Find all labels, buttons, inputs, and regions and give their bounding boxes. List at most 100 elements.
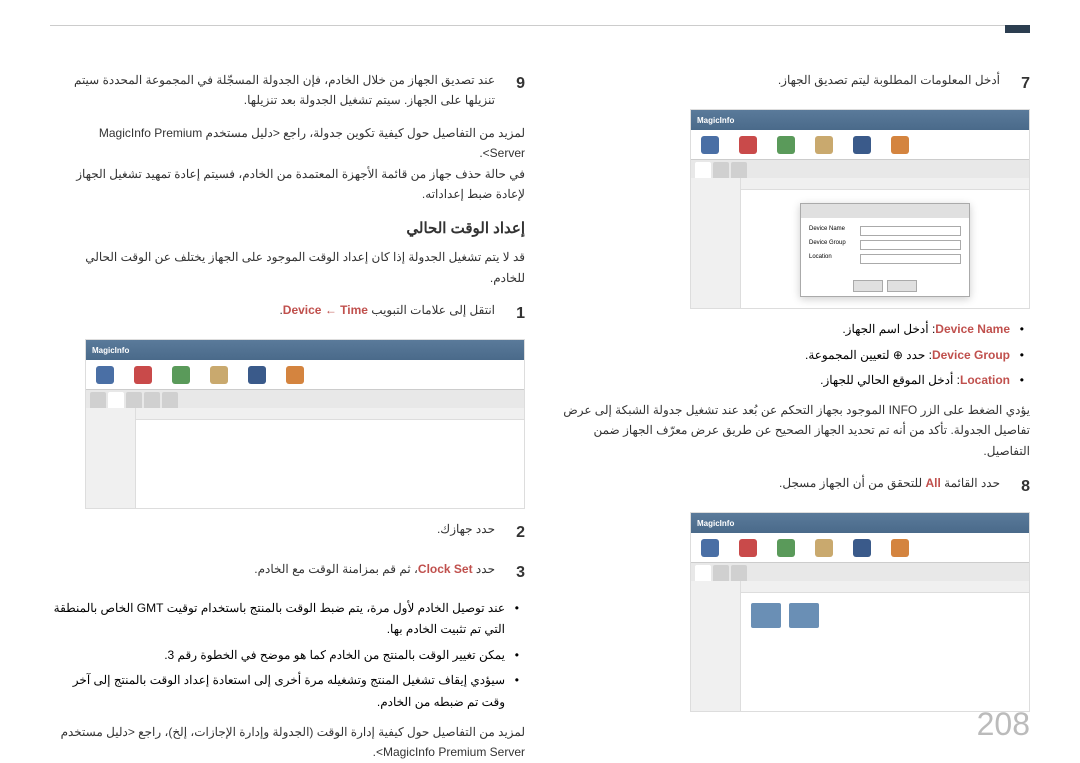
- nav-label: Device: [283, 303, 322, 317]
- step-number: 8: [1012, 473, 1030, 500]
- toolbar-icon: [891, 539, 909, 557]
- screenshot-body: [86, 408, 524, 508]
- app-logo: MagicInfo: [697, 519, 734, 528]
- text: انتقل إلى علامات التبويب: [371, 303, 495, 317]
- step-text: انتقل إلى علامات التبويب Device ← Time.: [50, 300, 495, 327]
- highlight: All: [926, 476, 941, 490]
- step-text: عند تصديق الجهاز من خلال الخادم، فإن الج…: [50, 70, 495, 111]
- top-border: [50, 25, 1030, 26]
- screenshot-main: [741, 581, 1029, 711]
- screenshot-titlebar: MagicInfo: [691, 110, 1029, 130]
- toolbar-icon: [891, 136, 909, 154]
- list-item: Location: أدخل الموقع الحالي للجهاز.: [555, 370, 1010, 392]
- tab: [713, 565, 729, 581]
- tab: [162, 392, 178, 408]
- text: حدد القائمة: [941, 476, 1000, 490]
- step-number: 7: [1012, 70, 1030, 97]
- step-text: حدد Clock Set، ثم قم بمزامنة الوقت مع ال…: [50, 559, 495, 586]
- toolbar-icon: [853, 136, 871, 154]
- step-number: 3: [507, 559, 525, 586]
- highlight: Clock Set: [418, 562, 473, 576]
- app-logo: MagicInfo: [697, 116, 734, 125]
- screenshot-tabs: [691, 160, 1029, 178]
- toolbar-icon: [815, 136, 833, 154]
- screenshot-device-list: MagicInfo: [690, 512, 1030, 712]
- device-icons: [741, 593, 1029, 638]
- dialog-buttons: [801, 276, 969, 296]
- step-text: أدخل المعلومات المطلوبة ليتم تصديق الجها…: [555, 70, 1000, 97]
- list-item: عند توصيل الخادم لأول مرة، يتم ضبط الوقت…: [50, 598, 505, 641]
- list-item: يمكن تغيير الوقت بالمنتج من الخادم كما ه…: [50, 645, 505, 667]
- dialog-label: Device Name: [809, 226, 854, 236]
- note: في حالة حذف جهاز من قائمة الأجهزة المعتم…: [50, 164, 525, 205]
- toolbar-icon: [172, 366, 190, 384]
- arrow: ←: [321, 303, 340, 317]
- dialog-row: Device Name: [809, 226, 961, 236]
- step-text: حدد القائمة All للتحقق من أن الجهاز مسجل…: [555, 473, 1000, 500]
- ok-button: [853, 280, 883, 292]
- table-header: [741, 581, 1029, 593]
- toolbar-icon: [96, 366, 114, 384]
- screenshot-body: Device Name Device Group Location: [691, 178, 1029, 308]
- field-list: Device Name: أدخل اسم الجهاز. Device Gro…: [555, 319, 1030, 392]
- info-note: يؤدي الضغط على الزر INFO الموجود بجهاز ا…: [555, 400, 1030, 461]
- step-7: 7 أدخل المعلومات المطلوبة ليتم تصديق الج…: [555, 70, 1030, 97]
- screenshot-body: [691, 581, 1029, 711]
- screenshot-tabs: [691, 563, 1029, 581]
- page-content: 7 أدخل المعلومات المطلوبة ليتم تصديق الج…: [50, 70, 1030, 762]
- toolbar-icon: [701, 136, 719, 154]
- field-desc: : أدخل اسم الجهاز.: [842, 322, 935, 336]
- dialog-input: [860, 240, 961, 250]
- step-number: 1: [507, 300, 525, 327]
- more-details: لمزيد من التفاصيل حول كيفية إدارة الوقت …: [50, 722, 525, 763]
- dialog-label: Location: [809, 254, 854, 264]
- toolbar-icon: [739, 539, 757, 557]
- device-thumbnail: [789, 603, 819, 628]
- toolbar-icon: [210, 366, 228, 384]
- dialog-content: Device Name Device Group Location: [801, 218, 969, 276]
- nav-label: Time: [340, 303, 368, 317]
- approval-dialog: Device Name Device Group Location: [800, 203, 970, 297]
- tab: [695, 162, 711, 178]
- dialog-row: Location: [809, 254, 961, 264]
- step-1: 1 انتقل إلى علامات التبويب Device ← Time…: [50, 300, 525, 327]
- field-label: Location: [960, 373, 1010, 387]
- screenshot-toolbar: [691, 533, 1029, 563]
- heading-current-time: إعداد الوقت الحالي: [50, 219, 525, 237]
- tab: [90, 392, 106, 408]
- tab: [108, 392, 124, 408]
- list-item: سيؤدي إيقاف تشغيل المنتج وتشغيله مرة أخر…: [50, 670, 505, 713]
- step-8: 8 حدد القائمة All للتحقق من أن الجهاز مس…: [555, 473, 1030, 500]
- step-number: 9: [507, 70, 525, 111]
- page-number: 208: [977, 706, 1030, 743]
- tab: [144, 392, 160, 408]
- right-column: 7 أدخل المعلومات المطلوبة ليتم تصديق الج…: [555, 70, 1030, 762]
- field-label: Device Group: [932, 348, 1010, 362]
- screenshot-sidebar: [691, 581, 741, 711]
- time-bullets: عند توصيل الخادم لأول مرة، يتم ضبط الوقت…: [50, 598, 525, 714]
- toolbar-icon: [815, 539, 833, 557]
- tab: [695, 565, 711, 581]
- list-item: Device Group: حدد ⊕ لتعيين المجموعة.: [555, 345, 1010, 367]
- note: لمزيد من التفاصيل حول كيفية تكوين جدولة،…: [50, 123, 525, 164]
- dialog-header: [801, 204, 969, 218]
- screenshot-sidebar: [86, 408, 136, 508]
- toolbar-icon: [248, 366, 266, 384]
- dialog-row: Device Group: [809, 240, 961, 250]
- field-label: Device Name: [935, 322, 1010, 336]
- toolbar-icon: [134, 366, 152, 384]
- table-header: [136, 408, 524, 420]
- time-note: قد لا يتم تشغيل الجدولة إذا كان إعداد ال…: [50, 247, 525, 288]
- dialog-label: Device Group: [809, 240, 854, 250]
- toolbar-icon: [853, 539, 871, 557]
- table-header: [741, 178, 1029, 190]
- screenshot-main: Device Name Device Group Location: [741, 178, 1029, 308]
- tab: [731, 162, 747, 178]
- toolbar-icon: [739, 136, 757, 154]
- dialog-input: [860, 226, 961, 236]
- screenshot-titlebar: MagicInfo: [691, 513, 1029, 533]
- screenshot-sidebar: [691, 178, 741, 308]
- app-logo: MagicInfo: [92, 346, 129, 355]
- tab: [731, 565, 747, 581]
- text: للتحقق من أن الجهاز مسجل.: [779, 476, 925, 490]
